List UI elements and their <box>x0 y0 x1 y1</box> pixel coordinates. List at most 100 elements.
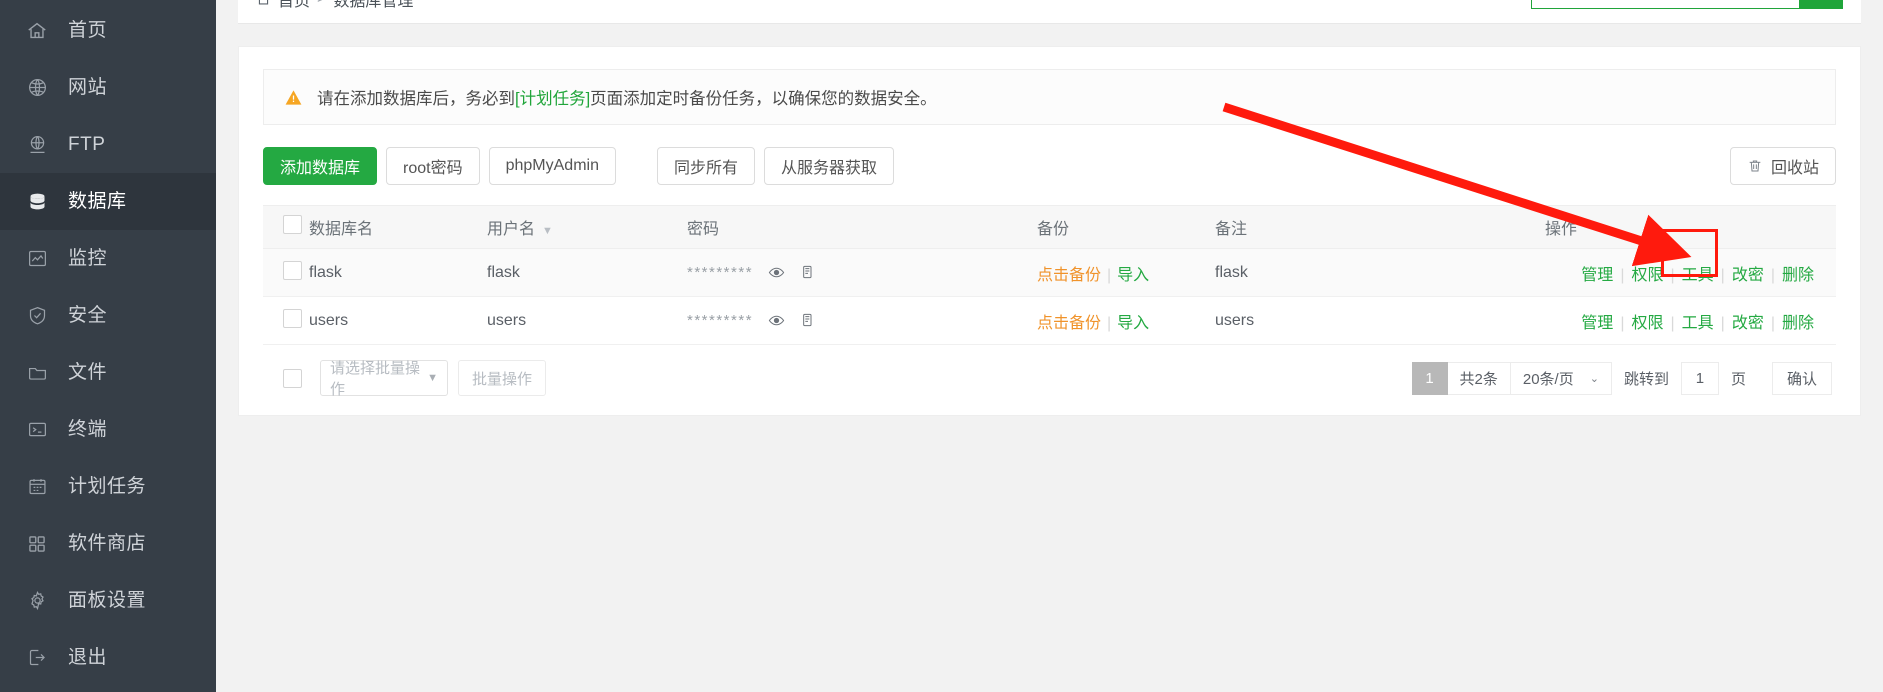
sidebar-item-terminal[interactable]: 终端 <box>0 401 216 458</box>
app-root: 首页 网站 FTP 数据库 监控 安全 文件 终端 计划任务 软件商店 面板设置… <box>0 0 1883 692</box>
breadcrumb: 首页 > 数据库管理 <box>256 0 413 11</box>
sidebar-item-home[interactable]: 首页 <box>0 2 216 59</box>
cell-note: users <box>1215 296 1545 345</box>
op-permission-link[interactable]: 权限 <box>1631 267 1663 284</box>
import-link[interactable]: 导入 <box>1117 267 1149 284</box>
sidebar-item-database[interactable]: 数据库 <box>0 173 216 230</box>
op-delete-link[interactable]: 删除 <box>1782 315 1814 332</box>
phpmyadmin-button[interactable]: phpMyAdmin <box>488 147 616 185</box>
main-content: 首页 > 数据库管理 请在添加数据库后，务必到[计划任务]页面添加 <box>216 0 1883 692</box>
recycle-bin-label: 回收站 <box>1770 160 1819 177</box>
add-database-button[interactable]: 添加数据库 <box>263 147 378 185</box>
sidebar-item-label: 退出 <box>68 647 108 668</box>
root-password-button[interactable]: root密码 <box>386 147 480 185</box>
table-head: 数据库名 用户名 ▼ 密码 备份 备注 操作 <box>263 205 1836 249</box>
database-table: 数据库名 用户名 ▼ 密码 备份 备注 操作 flask flask *****… <box>263 205 1836 345</box>
notice-text-after: 页面添加定时备份任务，以确保您的数据安全。 <box>590 90 937 108</box>
sidebar-item-label: 网站 <box>68 77 108 98</box>
jump-confirm-button[interactable]: 确认 <box>1771 361 1832 395</box>
row-select-cell <box>263 248 309 297</box>
op-manage-link[interactable]: 管理 <box>1581 315 1613 332</box>
recycle-bin-button[interactable]: 回收站 <box>1729 147 1836 185</box>
cell-password: ********* <box>687 296 1037 345</box>
header-password: 密码 <box>687 205 1037 249</box>
folder-icon <box>22 360 52 386</box>
sidebar-item-appstore[interactable]: 软件商店 <box>0 515 216 572</box>
sort-desc-icon[interactable]: ▼ <box>542 225 553 237</box>
top-search <box>1531 0 1843 9</box>
page-1-button[interactable]: 1 <box>1411 361 1448 395</box>
table-footer: 请选择批量操作 ▼ 批量操作 1 共2条 20条/页 ⌄ 跳转到 页 确认 <box>263 345 1836 411</box>
search-button[interactable] <box>1799 0 1843 9</box>
table-body: flask flask ********* 点击备份 | 导入 flask 管理… <box>263 248 1836 345</box>
page-unit-label: 页 <box>1730 370 1746 388</box>
header-user-name-label: 用户名 <box>487 221 536 238</box>
jump-page-input[interactable] <box>1680 361 1719 395</box>
cell-user-name: users <box>487 296 687 345</box>
op-manage-link[interactable]: 管理 <box>1581 267 1613 284</box>
sidebar: 首页 网站 FTP 数据库 监控 安全 文件 终端 计划任务 软件商店 面板设置… <box>0 0 216 692</box>
search-icon <box>1813 0 1829 5</box>
op-delete-link[interactable]: 删除 <box>1782 267 1814 284</box>
op-permission-link[interactable]: 权限 <box>1631 315 1663 332</box>
breadcrumb-home[interactable]: 首页 <box>278 0 310 11</box>
fetch-from-server-button[interactable]: 从服务器获取 <box>763 147 894 185</box>
permission-highlight-box <box>1661 229 1718 277</box>
total-count-label: 共2条 <box>1447 361 1511 395</box>
row-checkbox[interactable] <box>283 260 302 280</box>
sidebar-item-ftp[interactable]: FTP <box>0 116 216 173</box>
sync-all-button[interactable]: 同步所有 <box>656 147 755 185</box>
batch-action-select[interactable]: 请选择批量操作 ▼ <box>320 360 448 398</box>
op-change-password-link[interactable]: 改密 <box>1732 315 1764 332</box>
copy-icon[interactable] <box>799 312 815 328</box>
row-checkbox[interactable] <box>283 308 302 328</box>
table-row[interactable]: users users ********* 点击备份 | 导入 users 管理… <box>263 296 1836 345</box>
sidebar-item-panel-settings[interactable]: 面板设置 <box>0 572 216 629</box>
batch-action-button[interactable]: 批量操作 <box>458 360 547 396</box>
cell-user-name: flask <box>487 248 687 297</box>
page-size-select[interactable]: 20条/页 ⌄ <box>1510 361 1612 395</box>
chevron-down-icon: ⌄ <box>1589 372 1599 385</box>
warning-icon <box>284 88 303 107</box>
footer-select-all-checkbox[interactable] <box>283 368 302 388</box>
notice-link-crontab[interactable]: [计划任务] <box>515 85 590 109</box>
copy-icon[interactable] <box>799 264 815 280</box>
sidebar-item-label: FTP <box>68 134 106 155</box>
sidebar-item-monitor[interactable]: 监控 <box>0 230 216 287</box>
search-input[interactable] <box>1531 0 1799 9</box>
divider: | <box>1107 266 1112 284</box>
table-row[interactable]: flask flask ********* 点击备份 | 导入 flask 管理… <box>263 248 1836 297</box>
eye-icon[interactable] <box>768 264 785 281</box>
toolbar: 添加数据库 root密码 phpMyAdmin 同步所有 从服务器获取 回收站 <box>263 147 1836 185</box>
sidebar-item-website[interactable]: 网站 <box>0 59 216 116</box>
divider: | <box>1770 314 1775 332</box>
sidebar-item-label: 数据库 <box>68 191 127 212</box>
eye-icon[interactable] <box>768 312 785 329</box>
sidebar-item-logout[interactable]: 退出 <box>0 629 216 686</box>
cell-backup: 点击备份 | 导入 <box>1037 248 1215 297</box>
sidebar-item-security[interactable]: 安全 <box>0 287 216 344</box>
op-tools-link[interactable]: 工具 <box>1682 315 1714 332</box>
pagination: 1 共2条 20条/页 ⌄ 跳转到 页 确认 <box>1411 361 1832 395</box>
table-header-row: 数据库名 用户名 ▼ 密码 备份 备注 操作 <box>263 205 1836 249</box>
ftp-icon <box>22 132 52 158</box>
select-all-checkbox[interactable] <box>283 215 302 234</box>
cell-db-name: users <box>309 296 487 345</box>
cell-backup: 点击备份 | 导入 <box>1037 296 1215 345</box>
password-mask: ********* <box>687 311 754 329</box>
monitor-icon <box>22 246 52 272</box>
divider: | <box>1670 314 1675 332</box>
batch-action-value: 请选择批量操作 <box>330 360 421 398</box>
globe-icon <box>22 75 52 101</box>
shield-icon <box>22 303 52 329</box>
backup-link[interactable]: 点击备份 <box>1037 315 1101 332</box>
trash-icon <box>1747 158 1763 174</box>
header-user-name[interactable]: 用户名 ▼ <box>487 205 687 249</box>
sidebar-item-files[interactable]: 文件 <box>0 344 216 401</box>
backup-link[interactable]: 点击备份 <box>1037 267 1101 284</box>
sidebar-item-crontab[interactable]: 计划任务 <box>0 458 216 515</box>
import-link[interactable]: 导入 <box>1117 315 1149 332</box>
gear-icon <box>22 588 52 614</box>
op-change-password-link[interactable]: 改密 <box>1732 267 1764 284</box>
header-db-name[interactable]: 数据库名 <box>309 205 487 249</box>
